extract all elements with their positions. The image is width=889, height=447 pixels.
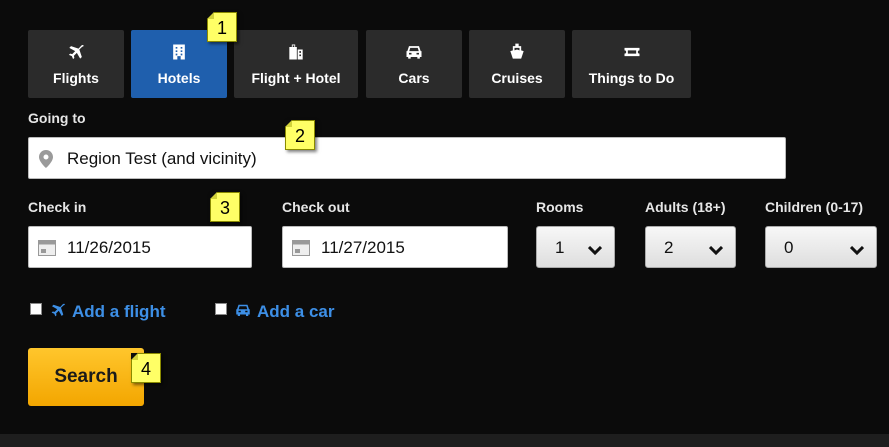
children-select[interactable]: 0	[765, 226, 877, 268]
calendar-icon[interactable]	[38, 240, 56, 261]
search-button[interactable]: Search	[28, 348, 144, 406]
adults-value: 2	[664, 238, 674, 257]
tab-label: Cruises	[491, 70, 543, 86]
children-value: 0	[784, 238, 794, 257]
adults-label: Adults (18+)	[645, 199, 726, 215]
tab-flights[interactable]: Flights	[28, 30, 124, 98]
destination-value: Region Test (and vicinity)	[67, 149, 257, 168]
chevron-down-icon	[587, 243, 603, 261]
tab-label: Flights	[53, 70, 99, 86]
add-car-label: Add a car	[257, 302, 335, 321]
check-out-input[interactable]: 11/27/2015	[282, 226, 508, 268]
callout-1: 1	[207, 12, 237, 42]
chevron-down-icon	[708, 243, 724, 261]
going-to-label: Going to	[28, 110, 86, 126]
car-icon	[236, 304, 250, 316]
add-flight-link[interactable]: Add a flight	[48, 301, 165, 322]
tab-flight-hotel[interactable]: Flight + Hotel	[234, 30, 358, 98]
bottom-bar	[0, 434, 889, 447]
add-flight-label: Add a flight	[72, 302, 166, 321]
tab-label: Flight + Hotel	[251, 70, 341, 86]
check-out-label: Check out	[282, 199, 350, 215]
add-car-link[interactable]: Add a car	[233, 301, 334, 322]
tab-label: Things to Do	[588, 70, 675, 86]
airplane-icon	[28, 42, 124, 66]
children-label: Children (0-17)	[765, 199, 864, 215]
tab-cars[interactable]: Cars	[366, 30, 462, 98]
add-car-checkbox[interactable]	[215, 303, 227, 315]
callout-3: 3	[210, 192, 240, 222]
rooms-label: Rooms	[536, 199, 584, 215]
tab-things-to-do[interactable]: Things to Do	[572, 30, 691, 98]
rooms-value: 1	[555, 238, 565, 257]
callout-4: 4	[131, 353, 161, 383]
building-icon	[131, 42, 227, 66]
check-in-input[interactable]: 11/26/2015	[28, 226, 252, 268]
tab-cruises[interactable]: Cruises	[469, 30, 565, 98]
tab-label: Cars	[398, 70, 430, 86]
adults-select[interactable]: 2	[645, 226, 736, 268]
map-pin-icon	[39, 150, 53, 173]
callout-2: 2	[285, 120, 315, 150]
tab-label: Hotels	[157, 70, 201, 86]
check-in-value: 11/26/2015	[67, 238, 151, 257]
ticket-icon	[572, 42, 691, 66]
rooms-select[interactable]: 1	[536, 226, 615, 268]
check-in-label: Check in	[28, 199, 87, 215]
luggage-icon	[234, 42, 358, 66]
car-icon	[366, 42, 462, 66]
destination-input[interactable]: Region Test (and vicinity)	[28, 137, 786, 179]
calendar-icon[interactable]	[292, 240, 310, 261]
airplane-icon	[51, 303, 65, 317]
add-flight-checkbox[interactable]	[30, 303, 42, 315]
ship-icon	[469, 42, 565, 66]
chevron-down-icon	[849, 243, 865, 261]
check-out-value: 11/27/2015	[321, 238, 405, 257]
